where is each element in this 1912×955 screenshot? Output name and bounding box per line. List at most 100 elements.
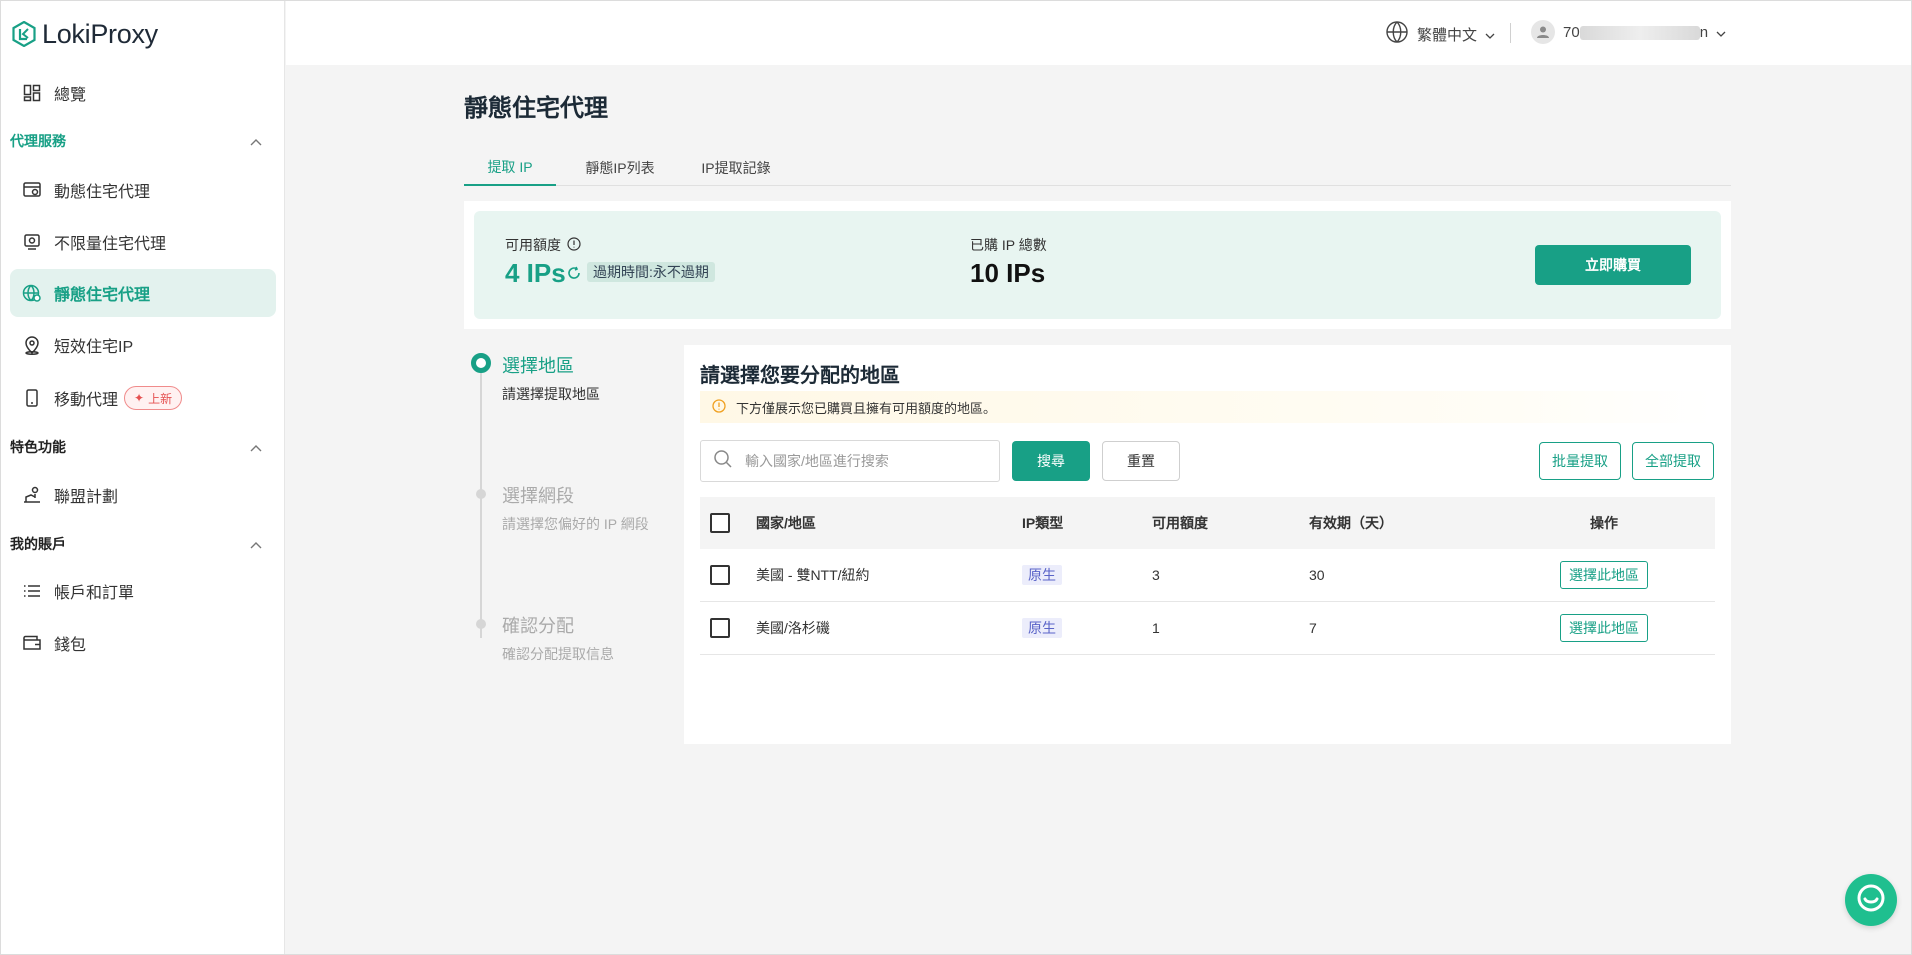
row-checkbox[interactable] <box>710 565 730 585</box>
notice-banner: 下方僅展示您已購買且擁有可用額度的地區。 <box>700 391 1713 423</box>
sidebar-item-unlimited-proxy[interactable]: 不限量住宅代理 <box>10 218 276 266</box>
table-header: 國家/地區 IP類型 可用額度 有效期（天） 操作 <box>700 497 1715 549</box>
notice-text: 下方僅展示您已購買且擁有可用額度的地區。 <box>736 400 997 416</box>
search-icon <box>713 449 733 474</box>
sidebar-item-account-orders[interactable]: 帳戶和訂單 <box>10 567 276 615</box>
chevron-up-icon <box>250 439 262 455</box>
purchased-ip-label: 已購 IP 總數 <box>970 237 1047 253</box>
extract-all-button[interactable]: 全部提取 <box>1632 442 1714 480</box>
search-button[interactable]: 搜尋 <box>1012 441 1090 481</box>
info-icon[interactable] <box>567 236 581 254</box>
chevron-down-icon <box>1716 24 1726 41</box>
redacted-email <box>1579 25 1700 40</box>
region-panel: 請選擇您要分配的地區 下方僅展示您已購買且擁有可用額度的地區。 搜尋 重置 批量… <box>684 345 1731 744</box>
tab-extract-ip[interactable]: 提取 IP <box>464 150 556 186</box>
affiliate-icon <box>22 485 42 505</box>
search-input[interactable] <box>745 453 985 469</box>
batch-extract-button[interactable]: 批量提取 <box>1539 442 1621 480</box>
sparkle-icon: ✦ <box>134 391 145 405</box>
select-region-button[interactable]: 選擇此地區 <box>1560 614 1648 642</box>
quota-section: 可用額度 4 IPs 過期時間: 永不過期 已購 IP 總數 10 IPs 立即購… <box>464 201 1731 329</box>
region-cell: 美國/洛杉磯 <box>756 620 830 636</box>
new-badge: ✦ 上新 <box>124 386 183 410</box>
column-header: 可用額度 <box>1152 515 1208 531</box>
nav-group-features[interactable]: 特色功能 <box>10 435 276 459</box>
nav-group-label: 特色功能 <box>10 439 66 455</box>
ip-type-tag: 原生 <box>1022 618 1062 638</box>
step-dot-active <box>471 353 491 373</box>
quota-cell: 1 <box>1152 620 1160 636</box>
unlimited-proxy-icon <box>22 232 42 252</box>
ip-type-tag: 原生 <box>1022 565 1062 585</box>
tab-ip-extract-records[interactable]: IP提取記錄 <box>686 150 786 186</box>
chat-support-button[interactable] <box>1845 874 1897 926</box>
step-3-title: 確認分配 <box>502 616 574 636</box>
sidebar-item-label: 總覽 <box>54 87 87 104</box>
list-icon <box>22 581 42 601</box>
panel-title: 請選擇您要分配的地區 <box>700 365 900 387</box>
step-line <box>480 368 482 638</box>
table-row: 美國/洛杉磯 原生 1 7 選擇此地區 <box>700 602 1715 655</box>
step-2-title: 選擇網段 <box>502 486 574 506</box>
sidebar-item-affiliate[interactable]: 聯盟計劃 <box>10 471 276 519</box>
column-header: 操作 <box>1590 515 1618 531</box>
sidebar-item-label: 帳戶和訂單 <box>54 585 135 602</box>
sidebar-item-label: 錢包 <box>54 637 87 654</box>
search-box[interactable] <box>700 440 1000 482</box>
sidebar-item-dynamic-proxy[interactable]: 動態住宅代理 <box>10 166 276 214</box>
step-1-subtitle: 請選擇提取地區 <box>502 386 600 402</box>
quota-card: 可用額度 4 IPs 過期時間: 永不過期 已購 IP 總數 10 IPs 立即購… <box>474 211 1721 319</box>
step-dot <box>476 489 486 499</box>
static-proxy-icon <box>22 283 42 303</box>
sidebar-item-wallet[interactable]: 錢包 <box>10 619 276 667</box>
sidebar-item-static-proxy[interactable]: 靜態住宅代理 <box>10 269 276 317</box>
language-label: 繁體中文 <box>1417 26 1478 44</box>
region-table: 國家/地區 IP類型 可用額度 有效期（天） 操作 美國 - 雙NTT/紐約 原… <box>700 497 1715 655</box>
nav-group-account[interactable]: 我的賬戶 <box>10 532 276 556</box>
validity-cell: 30 <box>1309 567 1325 583</box>
column-header: 國家/地區 <box>756 515 816 531</box>
reset-button[interactable]: 重置 <box>1102 441 1180 481</box>
sidebar-item-short-ip[interactable]: 短效住宅IP <box>10 321 276 369</box>
header-divider <box>1510 23 1511 43</box>
dashboard-icon <box>22 83 42 103</box>
available-quota-value: 4 IPs <box>505 258 566 288</box>
buy-now-button[interactable]: 立即購買 <box>1535 245 1691 285</box>
expire-badge: 過期時間: 永不過期 <box>587 262 715 282</box>
quota-cell: 3 <box>1152 567 1160 583</box>
dynamic-proxy-icon <box>22 180 42 200</box>
page-title: 靜態住宅代理 <box>464 95 608 122</box>
select-all-checkbox[interactable] <box>710 513 730 533</box>
warning-icon <box>712 398 726 416</box>
logo-icon <box>12 21 36 47</box>
available-quota-label: 可用額度 <box>505 235 581 255</box>
region-cell: 美國 - 雙NTT/紐約 <box>756 567 870 583</box>
column-header: 有效期（天） <box>1309 515 1393 531</box>
row-checkbox[interactable] <box>710 618 730 638</box>
step-1-title: 選擇地區 <box>502 356 574 376</box>
language-selector[interactable]: 繁體中文 <box>1385 20 1495 48</box>
chat-icon <box>1854 881 1888 920</box>
validity-cell: 7 <box>1309 620 1317 636</box>
sidebar-item-label: 聯盟計劃 <box>54 489 119 506</box>
tab-static-ip-list[interactable]: 靜態IP列表 <box>570 150 670 186</box>
sidebar-item-label: 靜態住宅代理 <box>54 287 151 304</box>
column-header: IP類型 <box>1022 515 1064 531</box>
sidebar-item-label: 動態住宅代理 <box>54 184 151 201</box>
sidebar: LokiProxy 總覽 代理服務 動態住宅代理 不限量住宅代理 靜態住宅代理 … <box>1 1 285 954</box>
sidebar-item-overview[interactable]: 總覽 <box>10 69 276 117</box>
nav-group-proxy-services[interactable]: 代理服務 <box>10 129 276 153</box>
tab-bar: 提取 IP 靜態IP列表 IP提取記錄 <box>464 150 1731 186</box>
sidebar-item-mobile-proxy[interactable]: 移動代理 ✦ 上新 <box>10 374 276 422</box>
nav-group-label: 我的賬戶 <box>10 536 66 552</box>
refresh-icon[interactable] <box>567 266 581 285</box>
step-dot <box>476 619 486 629</box>
step-3-subtitle: 確認分配提取信息 <box>502 646 614 662</box>
avatar <box>1531 20 1555 44</box>
user-menu[interactable]: 70 n <box>1531 20 1726 44</box>
logo-text: LokiProxy <box>42 18 158 49</box>
logo[interactable]: LokiProxy <box>12 19 158 49</box>
steps: 選擇地區 請選擇提取地區 選擇網段 請選擇您偏好的 IP 網段 確認分配 確認分… <box>470 352 670 672</box>
select-region-button[interactable]: 選擇此地區 <box>1560 561 1648 589</box>
chevron-up-icon <box>250 133 262 149</box>
